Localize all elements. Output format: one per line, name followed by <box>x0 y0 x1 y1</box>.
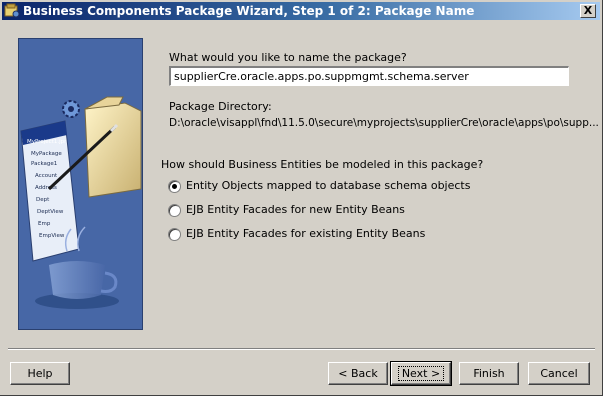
back-button[interactable]: < Back <box>328 362 388 385</box>
finish-button[interactable]: Finish <box>459 362 519 385</box>
tree-item: Dept <box>36 197 50 203</box>
option-label: EJB Entity Facades for existing Entity B… <box>186 227 426 240</box>
close-button[interactable]: X <box>580 4 596 18</box>
tree-item: EmpView <box>39 233 65 239</box>
button-separator <box>8 348 595 350</box>
cancel-button[interactable]: Cancel <box>528 362 590 385</box>
banner-art: MyProject1.jpr MyPackage Package1 Accoun… <box>19 39 142 329</box>
option-label: EJB Entity Facades for new Entity Beans <box>186 203 405 216</box>
entity-model-prompt: How should Business Entities be modeled … <box>161 158 484 171</box>
help-button[interactable]: Help <box>10 362 70 385</box>
package-name-prompt: What would you like to name the package? <box>169 51 407 64</box>
tree-item: MyProject1.jpr <box>27 139 67 145</box>
radio-selected-icon[interactable] <box>168 180 181 193</box>
option-label: Entity Objects mapped to database schema… <box>186 179 471 192</box>
close-icon: X <box>583 4 593 17</box>
package-directory-label: Package Directory: <box>169 100 272 113</box>
wizard-icon <box>4 3 20 19</box>
next-button-label: Next > <box>397 366 445 381</box>
tree-item: DeptView <box>37 209 64 215</box>
window-title: Business Components Package Wizard, Step… <box>23 4 475 18</box>
wizard-dialog: Business Components Package Wizard, Step… <box>0 0 603 396</box>
package-directory-value: D:\oracle\visappl\fnd\11.5.0\secure\mypr… <box>169 117 599 129</box>
next-button[interactable]: Next > <box>390 361 452 386</box>
tree-item: Package1 <box>31 161 57 167</box>
radio-icon[interactable] <box>168 204 181 217</box>
package-name-input[interactable] <box>169 66 569 86</box>
tree-item: Account <box>35 173 58 179</box>
package-wizard-illustration: MyProject1.jpr MyPackage Package1 Accoun… <box>18 38 143 330</box>
title-bar[interactable]: Business Components Package Wizard, Step… <box>2 2 600 20</box>
tree-item: Emp <box>38 221 51 227</box>
radio-icon[interactable] <box>168 228 181 241</box>
tree-item: MyPackage <box>31 151 62 157</box>
